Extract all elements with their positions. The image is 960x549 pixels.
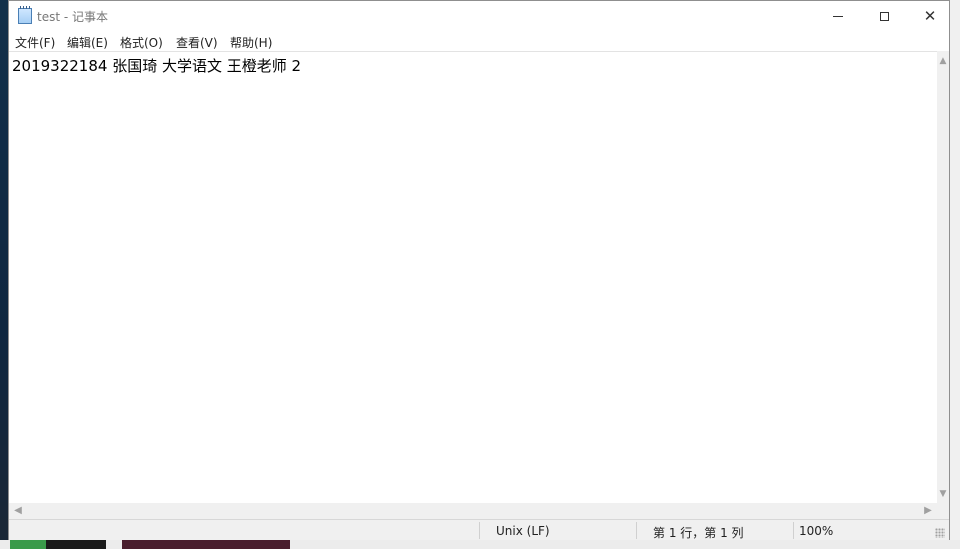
status-divider [636, 522, 637, 539]
desktop-background [0, 0, 8, 549]
title-bar[interactable]: test - 记事本 ✕ [9, 1, 949, 31]
notepad-icon[interactable] [18, 6, 32, 24]
menu-bar: 文件(F) 编辑(E) 格式(O) 查看(V) 帮助(H) [9, 31, 949, 51]
taskbar-item[interactable] [10, 540, 46, 549]
background-window-edge [950, 0, 960, 549]
menu-help[interactable]: 帮助(H) [230, 34, 272, 51]
menu-edit[interactable]: 编辑(E) [67, 34, 108, 51]
taskbar-item[interactable] [122, 540, 290, 549]
chevron-left-icon[interactable]: ◀ [11, 503, 25, 519]
window-title: test - 记事本 [37, 10, 109, 24]
scrollbar-corner [937, 503, 949, 519]
line-ending-status: Unix (LF) [496, 524, 550, 538]
resize-grip-icon[interactable] [935, 528, 945, 538]
editor-content[interactable]: 2019322184 张国琦 大学语文 王橙老师 2 [12, 55, 301, 76]
chevron-right-icon[interactable]: ▶ [921, 503, 935, 519]
cursor-position-status: 第 1 行，第 1 列 [653, 526, 744, 540]
menu-file[interactable]: 文件(F) [15, 34, 55, 51]
taskbar-strip [0, 540, 960, 549]
menu-format[interactable]: 格式(O) [120, 34, 163, 51]
zoom-status: 100% [799, 524, 834, 538]
chevron-up-icon[interactable]: ▲ [937, 54, 949, 68]
status-bar: Unix (LF) 第 1 行，第 1 列 100% [9, 519, 949, 540]
text-editor[interactable]: 2019322184 张国琦 大学语文 王橙老师 2 [9, 51, 937, 503]
minimize-icon [833, 15, 843, 17]
menu-view[interactable]: 查看(V) [176, 34, 218, 51]
close-button[interactable]: ✕ [907, 1, 953, 31]
status-divider [479, 522, 480, 539]
status-divider [793, 522, 794, 539]
horizontal-scrollbar[interactable]: ◀ ▶ [9, 503, 937, 519]
chevron-down-icon[interactable]: ▼ [937, 487, 949, 501]
maximize-icon [879, 11, 889, 21]
minimize-button[interactable] [815, 1, 861, 31]
taskbar-item[interactable] [46, 540, 106, 549]
close-icon: ✕ [923, 6, 937, 25]
vertical-scrollbar[interactable]: ▲ ▼ [937, 51, 949, 503]
notepad-window: test - 记事本 ✕ 文件(F) 编辑(E) 格式(O) 查看(V) 帮助(… [8, 0, 950, 540]
maximize-button[interactable] [861, 1, 907, 31]
